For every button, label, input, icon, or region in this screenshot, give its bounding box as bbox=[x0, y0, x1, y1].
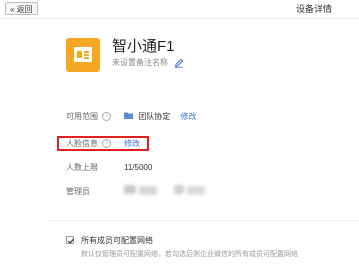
network-checkbox[interactable] bbox=[66, 236, 75, 244]
scope-value: 团队协定 bbox=[138, 112, 171, 121]
scope-label-row: 可用范围 i bbox=[66, 111, 112, 122]
device-terminal-icon bbox=[66, 38, 100, 72]
admin-name-blurred bbox=[187, 186, 205, 195]
admin-label: 管理员 bbox=[66, 187, 90, 196]
device-detail-page: « 返回 设备详情 智小通F1 未设置备注名称 可用范围 i 团队协定 修改 人… bbox=[0, 0, 359, 274]
help-circle-icon[interactable]: i bbox=[102, 112, 112, 122]
pencil-icon[interactable] bbox=[174, 58, 184, 68]
highlight-box bbox=[57, 136, 149, 151]
scope-label: 可用范围 bbox=[66, 112, 98, 121]
network-checkbox-label[interactable]: 所有成员可配置网络 bbox=[81, 235, 153, 246]
admin-avatar-blurred bbox=[174, 185, 184, 194]
header-bar: « 返回 设备详情 bbox=[0, 0, 359, 19]
network-description: 默认仅管理员可配置网络，若勾选后则企业微信的所有成员可配置网络 bbox=[81, 251, 298, 258]
remark-placeholder: 未设置备注名称 bbox=[112, 58, 168, 67]
folder-icon bbox=[124, 112, 133, 120]
check-icon bbox=[67, 238, 75, 244]
scope-edit-link[interactable]: 修改 bbox=[180, 112, 196, 121]
scope-value-row: 团队协定 修改 bbox=[124, 111, 196, 122]
back-button[interactable]: « 返回 bbox=[5, 2, 38, 15]
page-title: 设备详情 bbox=[295, 4, 332, 14]
section-divider bbox=[48, 220, 359, 221]
admin-name-blurred bbox=[139, 186, 157, 195]
limit-value: 11/5000 bbox=[124, 163, 153, 172]
device-name: 智小通F1 bbox=[112, 38, 175, 55]
limit-label: 人数上限 bbox=[66, 163, 98, 172]
admin-avatar-blurred bbox=[124, 185, 136, 194]
remark-row: 未设置备注名称 bbox=[112, 57, 184, 68]
